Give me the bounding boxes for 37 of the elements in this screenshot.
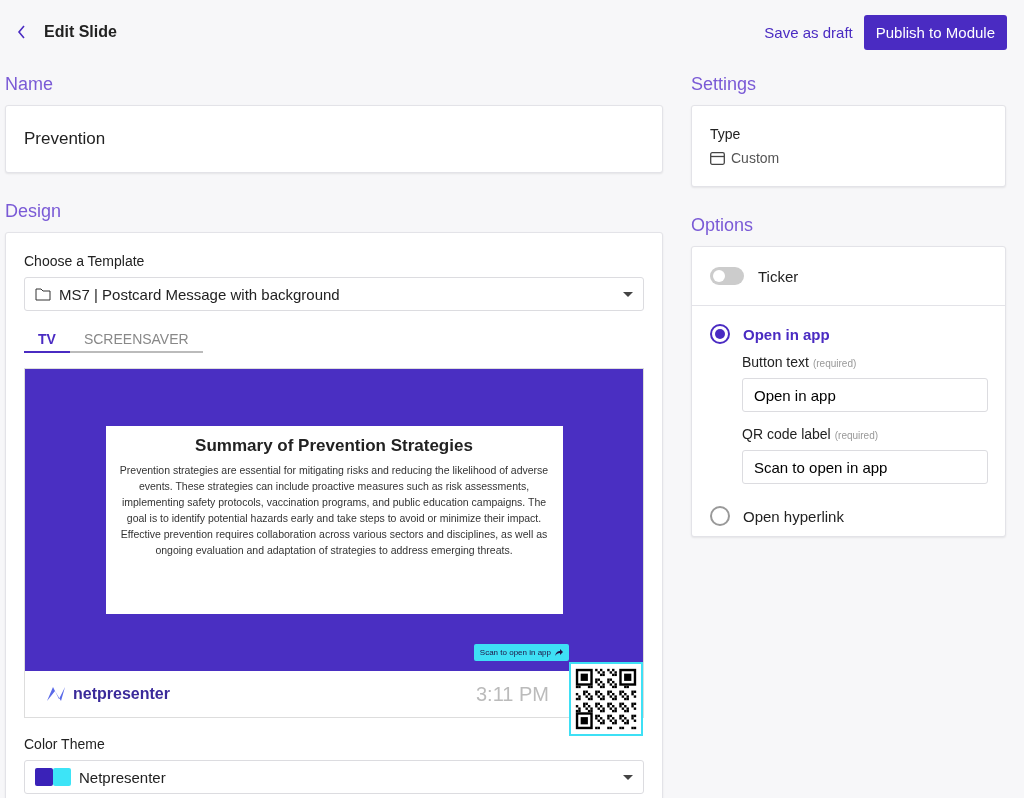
field-label: Choose a Template [24, 253, 146, 269]
view-tab[interactable]: TV [24, 327, 70, 353]
text-input[interactable]: Scan to open in app [742, 450, 988, 484]
clock-time: 3:11 PM [476, 682, 549, 706]
qr-code-icon [569, 662, 643, 736]
section-heading: Name [5, 74, 54, 95]
qr-label: Scan to open in app [473, 644, 569, 661]
field-label: Button text (required) [742, 354, 858, 370]
window-icon [710, 151, 725, 165]
theme-swatch-icon [35, 768, 71, 786]
text-input[interactable]: Open in app [742, 378, 988, 412]
slide-title: Summary of Prevention Strategies [195, 436, 473, 456]
caret-icon [623, 291, 633, 297]
radio-option[interactable]: Open hyperlink [710, 506, 987, 526]
view-tab[interactable]: SCREENSAVER [69, 327, 203, 353]
field-label: Color Theme [24, 736, 106, 752]
folder-icon [35, 287, 51, 301]
page-title: Edit Slide [44, 23, 117, 41]
toggle-label: Ticker [758, 267, 799, 285]
theme-select[interactable]: Netpresenter [24, 760, 644, 794]
name-value: Prevention [23, 128, 107, 150]
logo-icon [47, 685, 67, 703]
slide-body: Prevention strategies are essential for mitigating risks and reducing the likelihood of adverse events. These strategies can include proactive measures such as risk assessments, implementing safety protocols, vaccination programs, and public education campaigns. The goal is to identify potential hazards early and take steps to avoid or minimize their impact. Effective prevention requires collaboration across various sectors and disciplines, as well as ongoing evaluation and adaptation of strategies to address emerging threats. [118, 463, 550, 558]
ticker-toggle[interactable] [710, 267, 744, 285]
field-label: Type [710, 126, 742, 142]
save-draft-link[interactable]: Save as draft [764, 23, 853, 41]
field-label: QR code label (required) [742, 426, 880, 442]
template-select[interactable]: MS7 | Postcard Message with background [24, 277, 644, 311]
section-heading: Options [691, 215, 755, 236]
radio-option[interactable]: Open in app [710, 324, 987, 344]
publish-button[interactable]: Publish to Module [863, 14, 1007, 50]
brand-name: netpresenter [73, 685, 170, 703]
share-arrow-icon [555, 649, 563, 656]
section-heading: Design [5, 201, 63, 222]
type-value: Custom [731, 150, 780, 166]
section-heading: Settings [691, 74, 758, 95]
caret-icon [623, 774, 633, 780]
